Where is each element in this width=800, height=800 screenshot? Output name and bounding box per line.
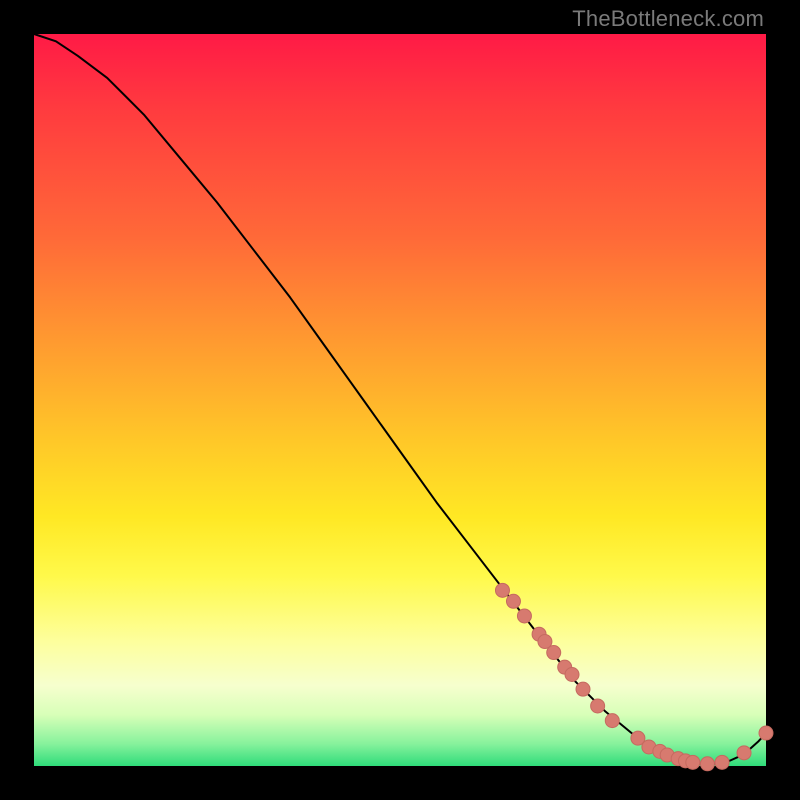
curve-marker <box>576 682 590 696</box>
watermark-text: TheBottleneck.com <box>572 6 764 32</box>
curve-markers <box>495 583 773 770</box>
curve-marker <box>715 755 729 769</box>
curve-marker <box>759 726 773 740</box>
curve-marker <box>495 583 509 597</box>
bottleneck-curve <box>34 34 766 764</box>
curve-marker <box>547 646 561 660</box>
curve-marker <box>591 699 605 713</box>
curve-layer <box>34 34 766 766</box>
curve-marker <box>565 668 579 682</box>
curve-marker <box>737 746 751 760</box>
chart-frame: TheBottleneck.com <box>0 0 800 800</box>
plot-area <box>34 34 766 766</box>
curve-marker <box>506 594 520 608</box>
curve-marker <box>700 757 714 771</box>
curve-marker <box>605 714 619 728</box>
curve-marker <box>517 609 531 623</box>
curve-marker <box>686 755 700 769</box>
